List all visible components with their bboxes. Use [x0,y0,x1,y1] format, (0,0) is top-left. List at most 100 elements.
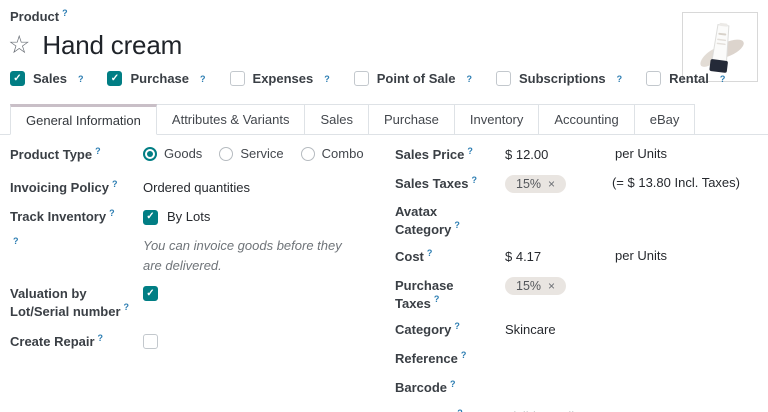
label-text: Sales Price [395,147,464,162]
invoicing-policy-select[interactable]: Ordered quantities [143,179,250,197]
field-valuation: Valuation by Lot/Serial number? ✓ [10,285,382,320]
help-icon[interactable]: ? [112,179,118,189]
help-icon[interactable]: ? [454,220,460,230]
radio-label: Goods [164,146,202,161]
help-icon[interactable]: ? [467,146,473,156]
field-company: Company? Visible to all [395,408,758,412]
checkbox-unchecked-icon[interactable]: ✓ [230,71,245,86]
toggle-purchase[interactable]: ✓ Purchase? [107,71,205,86]
help-icon[interactable]: ? [95,146,101,156]
field-label: Avatax Category? [395,203,505,238]
track-inventory-mode[interactable]: By Lots [167,208,210,226]
help-icon[interactable]: ? [109,208,115,218]
field-label: Cost? [395,248,505,266]
purchase-tax-tag[interactable]: 15% × [505,277,566,295]
radio-selected-icon[interactable] [143,147,157,161]
tab-purchase[interactable]: Purchase [368,104,455,134]
toggle-label: Purchase [130,71,189,86]
notebook-tabs: General Information Attributes & Variant… [0,104,768,135]
help-icon[interactable]: ? [454,321,460,331]
help-icon[interactable]: ? [427,248,433,258]
toggle-label: Expenses [253,71,314,86]
label-text: Purchase Taxes [395,278,454,311]
field-label: Reference? [395,350,505,368]
field-label: Company? [395,408,505,412]
toggle-sales[interactable]: ✓ Sales? [10,71,83,86]
checkbox-checked-icon[interactable]: ✓ [143,210,158,225]
label-text: Sales Taxes [395,176,468,191]
toggle-rental[interactable]: ✓ Rental? [646,71,725,86]
field-invoicing-policy: Invoicing Policy? Ordered quantities [10,179,382,198]
checkbox-unchecked-icon[interactable]: ✓ [354,71,369,86]
tab-sales[interactable]: Sales [304,104,369,134]
tag-label: 15% [516,279,541,293]
record-type-text: Product [10,9,59,24]
radio-goods[interactable]: Goods [143,146,202,161]
checkbox-unchecked-icon[interactable]: ✓ [143,334,158,349]
product-type-radio-group: Goods Service Combo [143,146,364,161]
checkmark-icon: ✓ [146,212,154,222]
help-icon[interactable]: ? [13,236,19,246]
help-icon[interactable]: ? [457,408,463,412]
field-label: Invoicing Policy? [10,179,143,197]
label-text: Create Repair [10,334,95,349]
field-label: Create Repair? [10,333,143,351]
tab-inventory[interactable]: Inventory [454,104,539,134]
field-purchase-taxes: Purchase Taxes? 15% × [395,277,758,312]
product-form-page: Product? ☆ Hand cream ✓ Sales? ✓ Purc [0,0,768,412]
checkbox-unchecked-icon[interactable]: ✓ [646,71,661,86]
sales-price-uom: per Units [615,146,667,161]
title-row: ☆ Hand cream [8,30,182,61]
radio-unselected-icon[interactable] [219,147,233,161]
field-invoicing-note: ? You can invoice goods before they are … [10,236,382,275]
sales-price-input[interactable]: $ 12.00 [505,146,615,164]
track-inventory-widget: ✓ By Lots [143,208,210,226]
tab-accounting[interactable]: Accounting [538,104,634,134]
help-icon[interactable]: ? [471,175,477,185]
radio-combo[interactable]: Combo [301,146,364,161]
favorite-star-icon[interactable]: ☆ [8,33,30,58]
tab-attributes-variants[interactable]: Attributes & Variants [156,104,306,134]
label-text: Invoicing Policy [10,180,109,195]
product-title-input[interactable]: Hand cream [42,30,182,61]
help-icon[interactable]: ? [62,8,68,18]
tab-ebay[interactable]: eBay [634,104,696,134]
category-input[interactable]: Skincare [505,321,556,339]
help-icon[interactable]: ? [124,302,130,312]
field-avatax-category: Avatax Category? [395,203,758,238]
field-label: Valuation by Lot/Serial number? [10,285,143,320]
field-barcode: Barcode? [395,379,758,398]
help-icon[interactable]: ? [434,294,440,304]
field-label: Track Inventory? [10,208,143,226]
checkmark-icon: ✓ [111,74,119,84]
tab-general-information[interactable]: General Information [10,104,157,135]
cost-input[interactable]: $ 4.17 [505,248,615,266]
help-icon[interactable]: ? [461,350,467,360]
field-reference: Reference? [395,350,758,369]
sales-tax-tag[interactable]: 15% × [505,175,566,193]
invoicing-help-text: You can invoice goods before they are de… [143,236,358,275]
remove-tag-icon[interactable]: × [548,178,555,190]
help-icon[interactable]: ? [450,379,456,389]
tag-label: 15% [516,177,541,191]
checkbox-checked-icon[interactable]: ✓ [10,71,25,86]
toggle-expenses[interactable]: ✓ Expenses? [230,71,330,86]
field-product-type: Product Type? Goods Service Combo [10,146,382,165]
toggle-subscriptions[interactable]: ✓ Subscriptions? [496,71,622,86]
remove-tag-icon[interactable]: × [548,280,555,292]
radio-service[interactable]: Service [219,146,283,161]
label-text: Valuation by Lot/Serial number [10,286,121,319]
help-icon[interactable]: ? [98,333,104,343]
field-label: Sales Taxes? [395,175,505,193]
checkbox-checked-icon[interactable]: ✓ [107,71,122,86]
checkbox-unchecked-icon[interactable]: ✓ [496,71,511,86]
field-create-repair: Create Repair? ✓ [10,333,382,352]
field-label: Purchase Taxes? [395,277,505,312]
radio-unselected-icon[interactable] [301,147,315,161]
radio-label: Service [240,146,283,161]
field-track-inventory: Track Inventory? ✓ By Lots [10,208,382,227]
company-input[interactable]: Visible to all [505,408,574,412]
toggle-point-of-sale[interactable]: ✓ Point of Sale? [354,71,472,86]
checkmark-icon: ✓ [13,74,21,84]
checkbox-checked-icon[interactable]: ✓ [143,286,158,301]
